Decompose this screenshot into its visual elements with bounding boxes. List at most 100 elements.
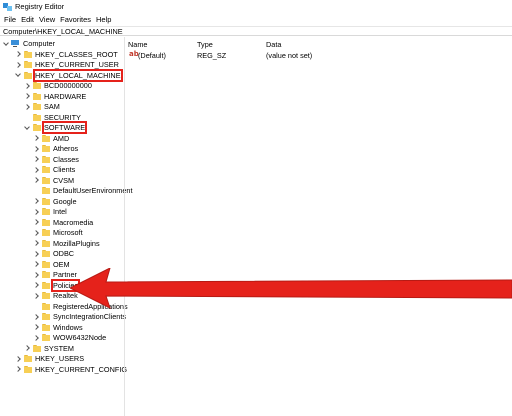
folder-icon — [33, 113, 41, 121]
chevron-down-icon[interactable] — [15, 71, 22, 79]
chevron-right-icon[interactable] — [33, 155, 40, 163]
chevron-right-icon[interactable] — [33, 229, 40, 237]
tree-item-label: SECURITY — [44, 112, 81, 122]
chevron-right-icon[interactable] — [24, 103, 31, 111]
tree-item[interactable]: Macromedia — [33, 217, 93, 228]
tree-item-label: SYSTEM — [44, 343, 75, 353]
tree-item[interactable]: HKEY_USERS — [15, 354, 84, 365]
chevron-right-icon[interactable] — [33, 313, 40, 321]
tree-item[interactable]: AMD — [33, 133, 69, 144]
registry-editor-icon — [3, 2, 12, 11]
tree-item[interactable]: Atheros — [33, 144, 78, 155]
tree-item[interactable]: HKEY_LOCAL_MACHINE — [15, 68, 123, 82]
tree-item[interactable]: OEM — [33, 259, 70, 270]
tree-item-label: MozillaPlugins — [53, 238, 100, 248]
tree-item-label: DefaultUserEnvironment — [53, 186, 133, 196]
chevron-right-icon[interactable] — [15, 365, 22, 373]
tree-item-label: HKEY_CLASSES_ROOT — [35, 49, 118, 59]
tree-item-label: Macromedia — [53, 217, 94, 227]
tree-item[interactable]: HKEY_CURRENT_CONFIG — [15, 364, 127, 375]
chevron-right-icon[interactable] — [33, 197, 40, 205]
column-header-name[interactable]: Name — [128, 40, 147, 49]
column-header-data[interactable]: Data — [266, 40, 281, 49]
tree-item[interactable]: SyncIntegrationClients — [33, 312, 126, 323]
chevron-right-icon[interactable] — [33, 292, 40, 300]
column-header-type[interactable]: Type — [197, 40, 213, 49]
tree-item[interactable]: CVSM — [33, 175, 74, 186]
tree-item-label: Microsoft — [53, 228, 83, 238]
chevron-right-icon[interactable] — [24, 344, 31, 352]
registry-tree[interactable]: Computer HKEY_CLASSES_ROOT HKEY_CURRENT_US… — [0, 37, 133, 416]
menu-favorites[interactable]: Favorites — [60, 15, 91, 24]
tree-item-label: Clients — [53, 165, 76, 175]
tree-item[interactable]: Clients — [33, 165, 75, 176]
chevron-down-icon[interactable] — [3, 40, 10, 48]
folder-icon — [42, 218, 50, 226]
tree-item[interactable]: DefaultUserEnvironment — [33, 186, 133, 197]
chevron-right-icon[interactable] — [15, 50, 22, 58]
chevron-right-icon[interactable] — [33, 250, 40, 258]
chevron-right-icon[interactable] — [33, 218, 40, 226]
tree-item[interactable]: ODBC — [33, 249, 74, 260]
tree-item[interactable]: SOFTWARE — [24, 121, 88, 135]
menu-edit[interactable]: Edit — [21, 15, 34, 24]
tree-item-label: Windows — [53, 322, 83, 332]
tree-item[interactable]: MozillaPlugins — [33, 238, 100, 249]
chevron-right-icon[interactable] — [33, 260, 40, 268]
folder-icon — [42, 197, 50, 205]
chevron-right-icon[interactable] — [15, 61, 22, 69]
chevron-right-icon[interactable] — [24, 82, 31, 90]
folder-icon — [33, 344, 41, 352]
menu-view[interactable]: View — [39, 15, 55, 24]
tree-item-label: HKEY_CURRENT_USER — [35, 60, 119, 70]
menu-file[interactable]: File — [4, 15, 16, 24]
tree-item[interactable]: BCD00000000 — [24, 81, 92, 92]
address-bar[interactable]: Computer\HKEY_LOCAL_MACHINE — [0, 26, 512, 36]
folder-icon — [33, 124, 41, 132]
chevron-right-icon[interactable] — [33, 323, 40, 331]
menu-help[interactable]: Help — [96, 15, 111, 24]
folder-icon — [42, 260, 50, 268]
folder-icon — [42, 250, 50, 258]
tree-item[interactable]: HARDWARE — [24, 91, 86, 102]
tree-item[interactable]: SECURITY — [24, 112, 81, 123]
tree-item[interactable]: Microsoft — [33, 228, 83, 239]
menu-bar: File Edit View Favorites Help — [0, 14, 112, 25]
chevron-right-icon[interactable] — [24, 92, 31, 100]
chevron-down-icon[interactable] — [24, 124, 31, 132]
tree-item-label: HKEY_USERS — [35, 354, 85, 364]
pane-splitter[interactable] — [124, 37, 125, 416]
tree-item[interactable]: Windows — [33, 322, 83, 333]
tree-item-label: SyncIntegrationClients — [53, 312, 127, 322]
folder-icon — [42, 313, 50, 321]
value-name[interactable]: (Default) — [138, 51, 166, 60]
chevron-right-icon[interactable] — [33, 208, 40, 216]
chevron-right-icon[interactable] — [33, 239, 40, 247]
folder-icon — [42, 166, 50, 174]
chevron-right-icon[interactable] — [33, 334, 40, 342]
tree-item[interactable]: Google — [33, 196, 77, 207]
chevron-right-icon[interactable] — [33, 134, 40, 142]
tree-item[interactable]: SYSTEM — [24, 343, 74, 354]
tree-item[interactable]: SAM — [24, 102, 60, 113]
tree-item-label: Google — [53, 196, 77, 206]
folder-icon — [42, 302, 50, 310]
tree-item[interactable]: WOW6432Node — [33, 333, 106, 344]
chevron-right-icon[interactable] — [33, 176, 40, 184]
chevron-right-icon[interactable] — [33, 271, 40, 279]
chevron-right-icon[interactable] — [33, 145, 40, 153]
chevron-right-icon[interactable] — [33, 281, 40, 289]
chevron-right-icon[interactable] — [33, 166, 40, 174]
tree-item-label: AMD — [53, 133, 70, 143]
tree-item[interactable]: Classes — [33, 154, 79, 165]
folder-icon — [24, 365, 32, 373]
value-type: REG_SZ — [197, 51, 227, 60]
chevron-right-icon[interactable] — [15, 355, 22, 363]
tree-item[interactable]: HKEY_CURRENT_USER — [15, 60, 119, 71]
tree-item-label: SOFTWARE — [41, 121, 88, 135]
tree-item[interactable]: Intel — [33, 207, 67, 218]
tree-item[interactable]: Computer — [3, 39, 55, 50]
tree-item[interactable]: HKEY_CLASSES_ROOT — [15, 49, 118, 60]
